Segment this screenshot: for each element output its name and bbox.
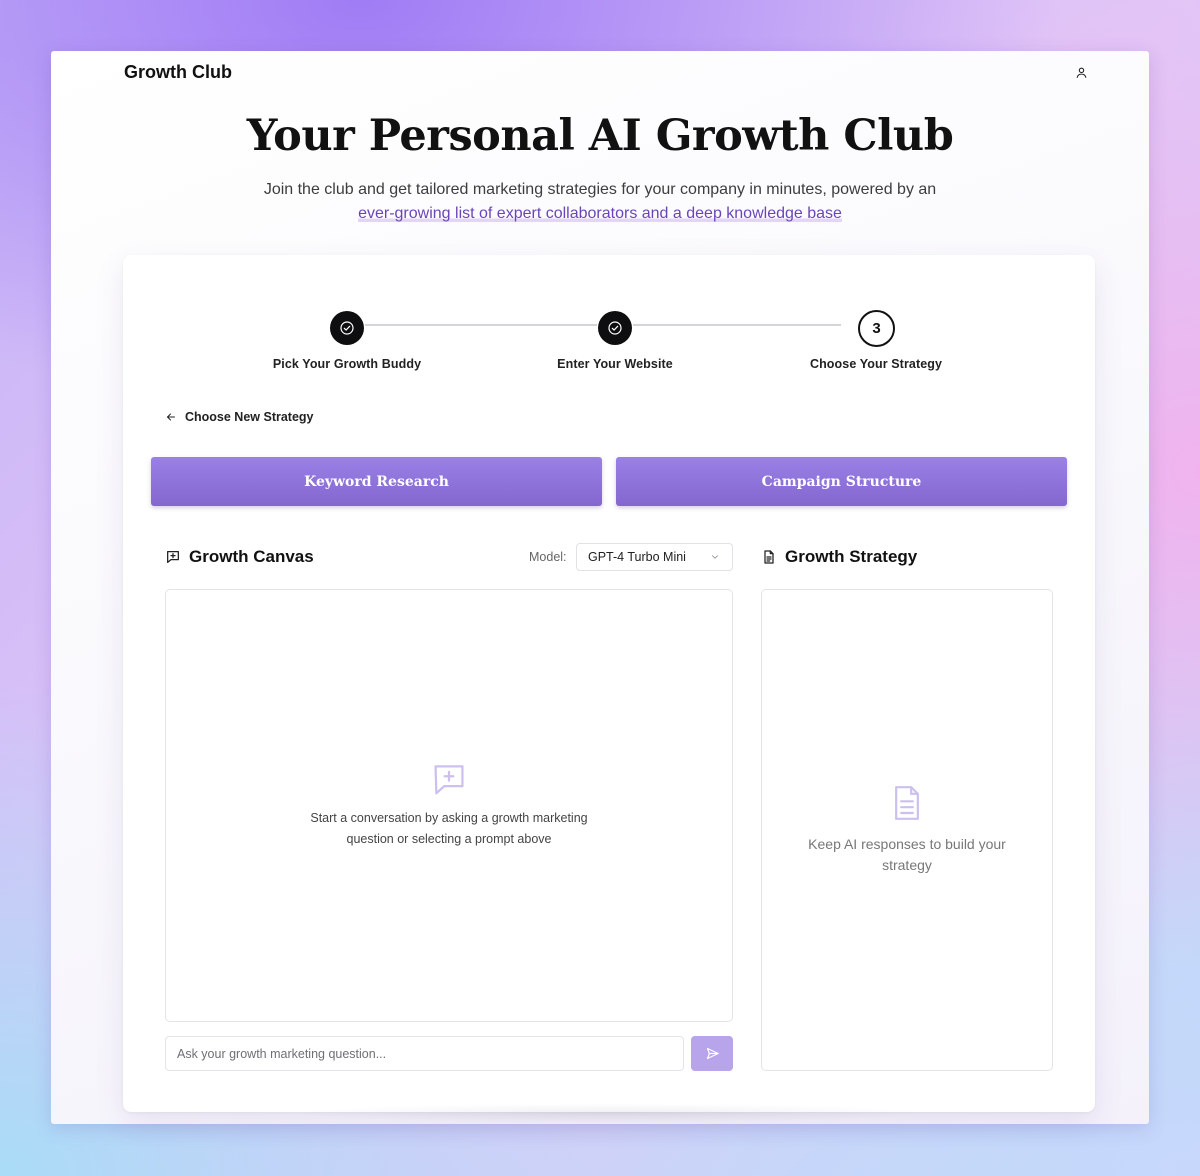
strategy-empty-state: Keep AI responses to build your strategy xyxy=(762,782,1052,876)
arrow-left-icon xyxy=(167,413,175,421)
step-1-indicator xyxy=(330,311,364,345)
hero-title: Your Personal AI Growth Club xyxy=(246,111,954,161)
model-select[interactable]: GPT-4 Turbo Mini xyxy=(576,543,733,571)
step-3-indicator: 3 xyxy=(858,310,895,347)
chat-empty-state: Start a conversation by asking a growth … xyxy=(166,760,732,850)
chat-empty-text-line1: Start a conversation by asking a growth … xyxy=(310,811,588,825)
growth-canvas-title: Growth Canvas xyxy=(189,547,314,566)
step-3-label: Choose Your Strategy xyxy=(809,357,943,371)
step-2-label: Enter Your Website xyxy=(557,357,673,371)
strategy-empty-text-line2: strategy xyxy=(882,857,932,873)
top-bar: Growth Club xyxy=(51,51,1149,95)
card-shadow xyxy=(291,1103,931,1123)
model-select-value: GPT-4 Turbo Mini xyxy=(588,550,686,564)
growth-strategy-title: Growth Strategy xyxy=(785,547,918,566)
document-icon xyxy=(895,786,919,820)
choose-new-strategy-label: Choose New Strategy xyxy=(185,410,314,424)
chat-panel: Start a conversation by asking a growth … xyxy=(165,589,733,1022)
chat-input[interactable] xyxy=(165,1036,684,1071)
step-2-indicator xyxy=(598,311,632,345)
keyword-research-button[interactable]: Keyword Research xyxy=(151,457,602,506)
step-1-label: Pick Your Growth Buddy xyxy=(272,357,422,371)
hero-subtitle-text: Join the club and get tailored marketing… xyxy=(263,181,937,198)
chevron-down-icon xyxy=(712,555,718,559)
document-icon xyxy=(764,550,774,564)
message-plus-icon xyxy=(434,765,464,795)
check-circle-icon xyxy=(340,321,354,335)
choose-new-strategy-link[interactable]: Choose New Strategy xyxy=(165,410,314,424)
hero-subtitle: Join the club and get tailored marketing… xyxy=(251,178,949,226)
app-window: Growth Club Your Personal AI Growth Club… xyxy=(51,51,1149,1124)
strategy-empty-text-line1: Keep AI responses to build your xyxy=(808,836,1006,852)
growth-canvas-header: Growth Canvas xyxy=(165,547,314,567)
collaborators-link[interactable]: ever-growing list of expert collaborator… xyxy=(358,205,842,222)
user-icon xyxy=(1076,67,1086,78)
brand-logo[interactable]: Growth Club xyxy=(124,62,232,83)
step-connector xyxy=(365,324,597,326)
message-plus-icon xyxy=(167,551,179,563)
growth-strategy-header: Growth Strategy xyxy=(761,547,917,567)
strategy-panel: Keep AI responses to build your strategy xyxy=(761,589,1053,1071)
chat-empty-text-line2: question or selecting a prompt above xyxy=(346,832,552,846)
send-icon xyxy=(706,1047,719,1060)
model-label: Model: xyxy=(529,550,567,564)
strategy-card: 3 Pick Your Growth Buddy Enter Your Webs… xyxy=(123,255,1095,1112)
user-account-button[interactable] xyxy=(1073,64,1089,80)
check-circle-icon xyxy=(608,321,622,335)
step-connector xyxy=(633,324,841,326)
campaign-structure-button[interactable]: Campaign Structure xyxy=(616,457,1067,506)
send-button[interactable] xyxy=(691,1036,733,1071)
